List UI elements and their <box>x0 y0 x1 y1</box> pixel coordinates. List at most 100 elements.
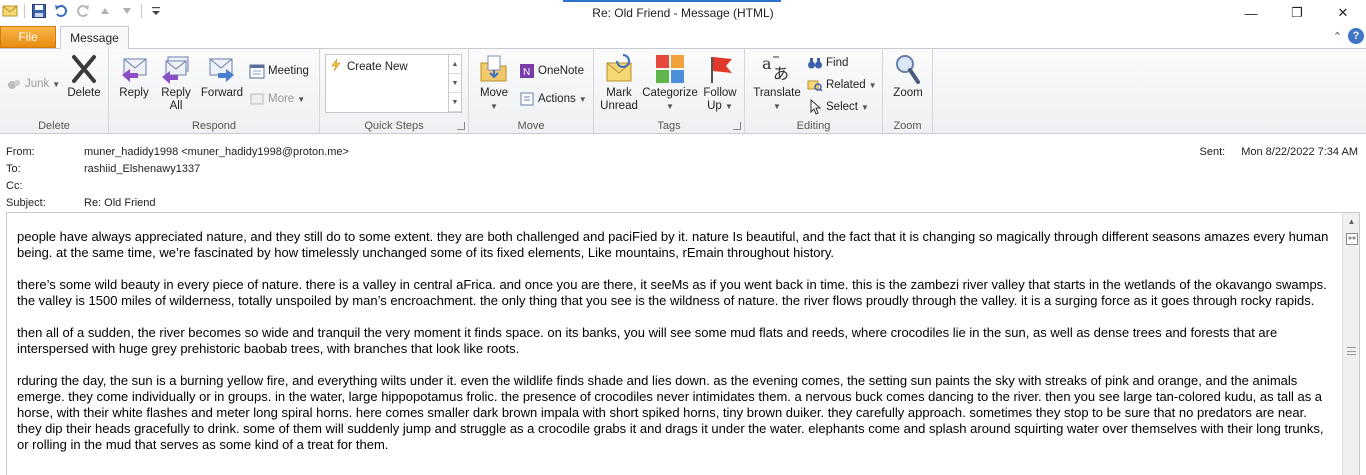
tags-dialog-launcher[interactable] <box>733 122 741 130</box>
related-label: Related <box>826 79 866 91</box>
reply-icon <box>118 53 150 85</box>
translate-label: Translate <box>753 87 801 99</box>
related-button[interactable]: Related ▼ <box>807 76 877 94</box>
mark-unread-label-2: Unread <box>600 100 638 112</box>
delete-button[interactable]: Delete <box>64 53 104 100</box>
mark-unread-icon <box>603 53 635 85</box>
close-button[interactable]: ✕ <box>1320 0 1366 26</box>
to-row: To: rashiid_Elshenawy1337 <box>6 163 200 175</box>
quick-steps-gallery: Create New ▲ ▼ ▼ <box>325 54 462 113</box>
quick-steps-group: Create New ▲ ▼ ▼ Quick Steps <box>320 49 469 134</box>
select-label: Select <box>826 101 858 113</box>
quick-steps-group-label: Quick Steps <box>364 120 424 132</box>
tab-message[interactable]: Message <box>60 26 129 49</box>
ribbon: Junk ▼ Delete Delete Reply Reply All For… <box>0 48 1366 134</box>
junk-label: Junk <box>25 78 50 90</box>
forward-button[interactable]: Forward <box>199 53 245 100</box>
move-button[interactable]: Move ▼ <box>475 53 513 113</box>
people-pane-icon[interactable] <box>1343 230 1359 247</box>
expand-gallery-icon[interactable]: ▼ <box>449 93 461 112</box>
actions-button[interactable]: Actions ▼ <box>519 90 587 108</box>
svg-text:a: a <box>762 54 772 73</box>
subject-row: Subject: Re: Old Friend <box>6 197 156 209</box>
window-title: Re: Old Friend - Message (HTML) <box>592 6 774 20</box>
move-label: Move <box>479 87 509 99</box>
chevron-down-icon: ▼ <box>52 79 61 89</box>
restore-button[interactable]: ❐ <box>1274 0 1320 26</box>
message-content: people have always appreciated nature, a… <box>17 229 1329 469</box>
ribbon-controls: ⌃ ? <box>1333 28 1364 44</box>
categorize-button[interactable]: Categorize ▼ <box>642 53 698 113</box>
meeting-label: Meeting <box>268 65 309 77</box>
flag-icon <box>704 53 736 85</box>
junk-icon <box>6 76 22 92</box>
folder-move-icon <box>478 53 510 85</box>
move-group-label: Move <box>517 120 545 132</box>
cc-label: Cc: <box>6 180 23 192</box>
quick-steps-scroll[interactable]: ▲ ▼ ▼ <box>448 55 461 112</box>
chevron-down-icon: ▼ <box>297 94 306 104</box>
chevron-down-icon: ▼ <box>868 80 877 90</box>
reply-all-icon <box>160 53 192 85</box>
zoom-button[interactable]: Zoom <box>889 53 927 100</box>
create-new-quick-step[interactable]: Create New <box>329 58 408 75</box>
title-accent-bar <box>563 0 781 2</box>
forward-icon <box>206 53 238 85</box>
from-row: From: muner_hadidy1998 <muner_hadidy1998… <box>6 146 349 158</box>
to-value[interactable]: rashiid_Elshenawy1337 <box>84 163 200 175</box>
scroll-up-icon[interactable]: ▲ <box>449 55 461 74</box>
chevron-down-icon: ▼ <box>773 102 781 111</box>
sent-info: Sent: Mon 8/22/2022 7:34 AM <box>1200 146 1359 158</box>
from-label: From: <box>6 146 35 158</box>
follow-up-label-1: Follow <box>703 87 737 99</box>
translate-button[interactable]: aあ Translate ▼ <box>751 53 803 113</box>
scroll-down-icon[interactable]: ▼ <box>449 74 461 93</box>
find-button[interactable]: Find <box>807 54 848 72</box>
respond-group: Reply Reply All Forward Meeting More ▼ R… <box>109 49 320 134</box>
chevron-down-icon: ▼ <box>578 94 587 104</box>
chevron-down-icon: ▼ <box>666 102 674 111</box>
help-icon[interactable]: ? <box>1348 28 1364 44</box>
from-value[interactable]: muner_hadidy1998 <muner_hadidy1998@proto… <box>84 146 349 158</box>
more-respond-icon <box>249 91 265 107</box>
message-header: From: muner_hadidy1998 <muner_hadidy1998… <box>0 134 1366 212</box>
onenote-label: OneNote <box>538 65 585 77</box>
onenote-button[interactable]: N OneNote <box>519 62 584 80</box>
collapse-ribbon-icon[interactable]: ⌃ <box>1333 30 1342 43</box>
reply-all-button[interactable]: Reply All <box>157 53 195 113</box>
vertical-scrollbar[interactable]: ▲ <box>1342 213 1359 475</box>
find-label: Find <box>826 57 849 69</box>
to-label: To: <box>6 163 21 175</box>
translate-icon: aあ <box>761 53 793 85</box>
follow-up-label-2: Up <box>707 100 722 112</box>
window-controls: — ❐ ✕ <box>1228 0 1366 26</box>
chevron-down-icon: ▼ <box>490 102 498 111</box>
mark-unread-button[interactable]: Mark Unread <box>598 53 640 113</box>
more-respond-button: More ▼ <box>249 90 305 108</box>
scroll-up-arrow[interactable]: ▲ <box>1343 213 1359 230</box>
follow-up-button[interactable]: Follow Up ▼ <box>700 53 740 113</box>
related-icon <box>807 77 823 93</box>
quick-steps-dialog-launcher[interactable] <box>457 122 465 130</box>
more-label: More <box>268 93 295 105</box>
svg-text:N: N <box>523 67 530 78</box>
respond-group-label: Respond <box>191 120 237 132</box>
zoom-label: Zoom <box>893 87 923 99</box>
follow-up-label-2-wrap: Up ▼ <box>707 100 733 113</box>
meeting-button[interactable]: Meeting <box>249 62 309 80</box>
select-button[interactable]: Select ▼ <box>807 98 869 116</box>
svg-text:あ: あ <box>773 64 789 83</box>
cursor-icon <box>807 98 823 115</box>
delete-label: Delete <box>67 87 101 99</box>
minimize-button[interactable]: — <box>1228 0 1274 26</box>
scroll-thumb-grip[interactable] <box>1347 347 1356 355</box>
subject-value: Re: Old Friend <box>84 197 156 209</box>
tab-file[interactable]: File <box>0 26 56 48</box>
reply-all-label-2: All <box>169 100 183 112</box>
calendar-icon <box>249 63 265 79</box>
message-body[interactable]: people have always appreciated nature, a… <box>6 212 1360 475</box>
editing-group: aあ Translate ▼ Find Related ▼ Select ▼ E… <box>745 49 883 134</box>
body-paragraph: then all of a sudden, the river becomes … <box>17 325 1278 356</box>
subject-label: Subject: <box>6 197 46 209</box>
reply-button[interactable]: Reply <box>115 53 153 100</box>
